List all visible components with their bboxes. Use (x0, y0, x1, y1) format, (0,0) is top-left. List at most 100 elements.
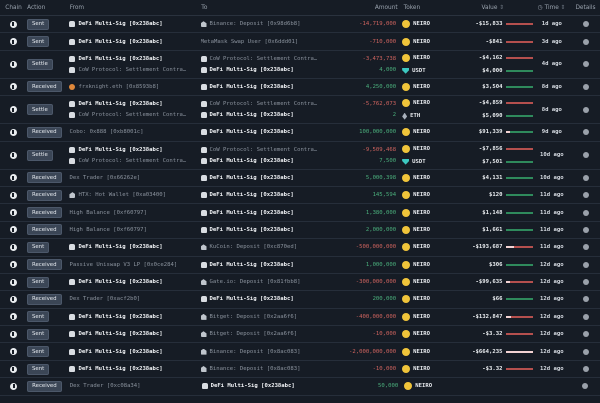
token-link[interactable]: NEIRO (402, 173, 444, 182)
table-row[interactable]: Received Dex Trader [0xc08a34] DeFi Multi-… (0, 378, 600, 396)
table-row[interactable]: Sent DeFi Multi-Sig [0x238abc] Gate.io: De… (0, 274, 600, 292)
to-address-link[interactable]: DeFi Multi-Sig [0x238abc] (200, 174, 336, 181)
table-row[interactable]: Sent DeFi Multi-Sig [0x238abc] Bitget: Dep… (0, 326, 600, 344)
from-address-link[interactable]: HTX: Hot Wallet [0xa03400] (69, 192, 200, 199)
from-address-link[interactable]: DeFi Multi-Sig [0x238abc] (69, 279, 200, 286)
details-info-icon[interactable] (582, 261, 589, 268)
header-time-sort[interactable]: ◷ Time ⇕ (532, 5, 571, 11)
details-info-icon[interactable] (582, 348, 589, 355)
from-address-link[interactable]: DeFi Multi-Sig [0x238abc] (69, 21, 200, 28)
to-address-link[interactable]: DeFi Multi-Sig [0x238abc] (200, 129, 336, 136)
to-address-link[interactable]: DeFi Multi-Sig [0x238abc] (200, 209, 336, 216)
details-info-icon[interactable] (582, 83, 589, 90)
to-address-link[interactable]: Binance: Deposit [0x8ac083] (200, 348, 336, 355)
token-link[interactable]: NEIRO (402, 347, 444, 356)
details-info-icon[interactable] (582, 226, 589, 233)
from-address-link[interactable]: CoW Protocol: Settlement Contra… (69, 66, 200, 73)
to-address-link[interactable]: DeFi Multi-Sig [0x238abc] (200, 157, 336, 164)
from-address-link[interactable]: Passive Uniswap V3 LP [0x0ce284] (69, 262, 200, 268)
table-row[interactable]: Received Dex Trader [0xacf2b0] DeFi Multi-… (0, 291, 600, 309)
to-address-link[interactable]: Binance: Deposit [0x8ac083] (200, 366, 336, 373)
details-info-icon[interactable] (582, 279, 589, 286)
token-link[interactable]: NEIRO (402, 53, 444, 62)
table-row[interactable]: Sent DeFi Multi-Sig [0x238abc] MetaMask Sw… (0, 33, 600, 51)
to-address-link[interactable]: KuCoin: Deposit [0xc870ed] (200, 244, 336, 251)
to-address-link[interactable]: DeFi Multi-Sig [0x238abc] (200, 192, 336, 199)
table-row[interactable]: Settle DeFi Multi-Sig [0x238abc] CoW Proto… (0, 96, 600, 125)
details-info-icon[interactable] (582, 106, 589, 113)
token-link[interactable]: NEIRO (402, 260, 444, 269)
to-address-link[interactable]: Bitget: Deposit [0x2aa6f6] (200, 313, 336, 320)
table-row[interactable]: Settle DeFi Multi-Sig [0x238abc] CoW Proto… (0, 51, 600, 79)
token-link[interactable]: NEIRO (402, 330, 444, 339)
to-address-link[interactable]: DeFi Multi-Sig [0x238abc] (200, 112, 336, 119)
table-row[interactable]: Received Cobo: 0x888 [0xb8001c] DeFi Multi… (0, 124, 600, 142)
details-info-icon[interactable] (582, 313, 589, 320)
from-address-link[interactable]: frxknight.eth [0x8593b8] (69, 83, 200, 90)
token-link[interactable]: NEIRO (402, 191, 444, 200)
from-address-link[interactable]: DeFi Multi-Sig [0x238abc] (69, 101, 200, 108)
from-address-link[interactable]: DeFi Multi-Sig [0x238abc] (69, 313, 200, 320)
token-link[interactable]: NEIRO (402, 20, 444, 29)
from-address-link[interactable]: DeFi Multi-Sig [0x238abc] (69, 146, 200, 153)
table-row[interactable]: Sent DeFi Multi-Sig [0x238abc] Binance: De… (0, 361, 600, 379)
from-address-link[interactable]: DeFi Multi-Sig [0x238abc] (69, 244, 200, 251)
to-address-link[interactable]: CoW Protocol: Settlement Contra… (200, 146, 336, 153)
from-address-link[interactable]: DeFi Multi-Sig [0x238abc] (69, 55, 200, 62)
table-row[interactable]: Received HTX: Hot Wallet [0xa03400] DeFi M… (0, 187, 600, 205)
details-info-icon[interactable] (582, 192, 589, 199)
from-address-link[interactable]: CoW Protocol: Settlement Contra… (69, 157, 200, 164)
token-link[interactable]: NEIRO (402, 82, 444, 91)
from-address-link[interactable]: Cobo: 0x888 [0xb8001c] (69, 129, 200, 135)
from-address-link[interactable]: DeFi Multi-Sig [0x238abc] (69, 38, 200, 45)
token-link[interactable]: NEIRO (402, 278, 444, 287)
token-link[interactable]: NEIRO (404, 382, 447, 391)
to-address-link[interactable]: Binance: Deposit [0x98d6b8] (200, 21, 336, 28)
from-address-link[interactable]: CoW Protocol: Settlement Contra… (69, 112, 200, 119)
to-address-link[interactable]: DeFi Multi-Sig [0x238abc] (200, 261, 336, 268)
token-link[interactable]: NEIRO (402, 208, 444, 217)
to-address-link[interactable]: Bitget: Deposit [0x2aa6f6] (200, 331, 336, 338)
to-address-link[interactable]: CoW Protocol: Settlement Contra… (200, 101, 336, 108)
to-address-link[interactable]: Gate.io: Deposit [0x81fbb8] (200, 279, 336, 286)
from-address-link[interactable]: DeFi Multi-Sig [0x238abc] (69, 331, 200, 338)
token-link[interactable]: NEIRO (402, 243, 444, 252)
token-link[interactable]: USDT (402, 67, 444, 75)
details-info-icon[interactable] (582, 174, 589, 181)
table-row[interactable]: Sent DeFi Multi-Sig [0x238abc] Bitget: Dep… (0, 309, 600, 327)
details-info-icon[interactable] (582, 366, 589, 373)
token-link[interactable]: NEIRO (402, 225, 444, 234)
table-row[interactable]: Received High Balance [0xf60797] DeFi Mult… (0, 222, 600, 240)
details-info-icon[interactable] (582, 129, 589, 136)
from-address-link[interactable]: DeFi Multi-Sig [0x238abc] (69, 366, 200, 373)
token-link[interactable]: NEIRO (402, 365, 444, 374)
from-address-link[interactable]: Dex Trader [0x66262e] (69, 175, 200, 181)
to-address-link[interactable]: DeFi Multi-Sig [0x238abc] (200, 83, 336, 90)
token-link[interactable]: NEIRO (402, 144, 444, 153)
to-address-link[interactable]: DeFi Multi-Sig [0x238abc] (200, 226, 336, 233)
table-row[interactable]: Received High Balance [0xf60797] DeFi Mult… (0, 204, 600, 222)
token-link[interactable]: NEIRO (402, 312, 444, 321)
from-address-link[interactable]: Dex Trader [0xc08a34] (70, 383, 202, 389)
table-row[interactable]: Sent DeFi Multi-Sig [0x238abc] Binance: De… (0, 16, 600, 34)
token-link[interactable]: NEIRO (402, 99, 444, 108)
details-info-icon[interactable] (582, 21, 589, 28)
table-row[interactable]: Sent DeFi Multi-Sig [0x238abc] Binance: De… (0, 343, 600, 361)
details-info-icon[interactable] (582, 383, 589, 390)
token-link[interactable]: NEIRO (402, 128, 444, 137)
from-address-link[interactable]: Dex Trader [0xacf2b0] (69, 296, 200, 302)
token-link[interactable]: USDT (402, 158, 444, 166)
table-row[interactable]: Settle DeFi Multi-Sig [0x238abc] CoW Proto… (0, 142, 600, 170)
token-link[interactable]: NEIRO (402, 37, 444, 46)
details-info-icon[interactable] (582, 209, 589, 216)
token-link[interactable]: ETH (402, 112, 444, 120)
details-info-icon[interactable] (582, 296, 589, 303)
to-address-link[interactable]: DeFi Multi-Sig [0x238abc] (200, 66, 336, 73)
details-info-icon[interactable] (582, 38, 589, 45)
details-info-icon[interactable] (582, 61, 589, 68)
table-row[interactable]: Received Passive Uniswap V3 LP [0x0ce284]… (0, 257, 600, 274)
to-address-link[interactable]: DeFi Multi-Sig [0x238abc] (200, 296, 336, 303)
from-address-link[interactable]: DeFi Multi-Sig [0x238abc] (69, 348, 200, 355)
details-info-icon[interactable] (582, 152, 589, 159)
details-info-icon[interactable] (582, 331, 589, 338)
